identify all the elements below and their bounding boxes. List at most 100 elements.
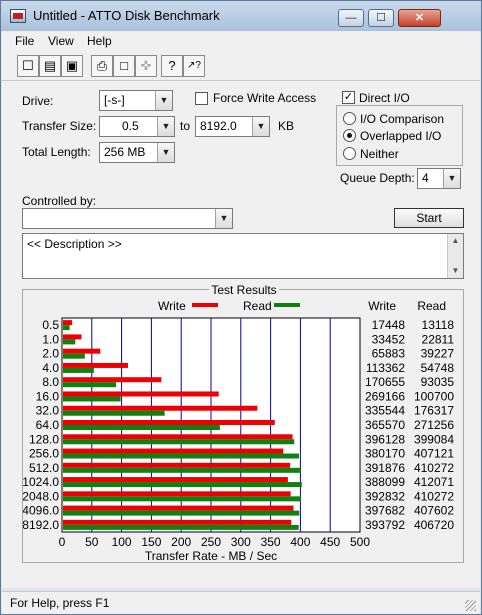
read-bar <box>63 396 121 402</box>
read-value: 13118 <box>422 318 455 332</box>
read-value: 176317 <box>414 404 454 418</box>
controlled-by-select[interactable]: ▼ <box>22 208 233 229</box>
transfer-from-value: 0.5 <box>122 119 139 133</box>
new-file-icon[interactable]: ☐ <box>17 55 39 77</box>
drive-select[interactable]: [-s-] ▼ <box>99 90 173 111</box>
results-chart: 0 50 100 150 200 250 300 350 400 450 500 Transfer R… <box>23 299 455 562</box>
read-bar <box>63 325 70 331</box>
write-bar <box>63 477 288 483</box>
write-bar <box>63 405 258 411</box>
client-area: Drive: [-s-] ▼ Force Write Access ✓ Dire… <box>2 81 480 588</box>
menu-file[interactable]: File <box>15 34 34 48</box>
queue-depth-label: Queue Depth: <box>340 171 415 185</box>
window-title: Untitled - ATTO Disk Benchmark <box>33 8 220 23</box>
save-icon[interactable]: ▣ <box>61 55 83 77</box>
status-text: For Help, press F1 <box>10 596 110 610</box>
read-bar <box>63 510 300 516</box>
write-bar <box>63 448 284 454</box>
read-bar <box>63 367 94 373</box>
overlapped-io-label: Overlapped I/O <box>360 129 442 143</box>
neither-radio[interactable] <box>343 147 356 160</box>
close-button[interactable]: ✕ <box>398 9 441 27</box>
drive-label: Drive: <box>22 94 54 108</box>
write-bar <box>63 391 219 397</box>
category-label: 8.0 <box>42 375 59 389</box>
resize-grip-icon[interactable] <box>465 600 476 611</box>
menu-view[interactable]: View <box>48 34 74 48</box>
write-value: 393792 <box>365 518 405 532</box>
neither-label: Neither <box>360 147 399 161</box>
read-value: 406720 <box>414 518 454 532</box>
menu-help[interactable]: Help <box>87 34 112 48</box>
description-textarea[interactable]: << Description >> ▲ ▼ <box>22 233 464 279</box>
status-bar: For Help, press F1 <box>2 591 480 614</box>
chevron-down-icon[interactable]: ▼ <box>155 91 172 110</box>
read-value: 407121 <box>414 447 454 461</box>
read-bar <box>63 382 117 388</box>
context-help-icon[interactable]: ↗? <box>183 55 205 77</box>
total-length-label: Total Length: <box>22 145 91 159</box>
category-label: 16.0 <box>36 389 60 403</box>
app-window: Untitled - ATTO Disk Benchmark — ☐ ✕ Fil… <box>0 0 482 615</box>
direct-io-label: Direct I/O <box>359 91 410 105</box>
chevron-down-icon[interactable]: ▼ <box>252 117 269 136</box>
x-tick-label: 400 <box>290 535 310 549</box>
description-text: << Description >> <box>27 237 122 251</box>
category-label: 0.5 <box>42 318 59 332</box>
help-icon[interactable]: ? <box>161 55 183 77</box>
overlapped-io-radio[interactable] <box>343 129 356 142</box>
maximize-button[interactable]: ☐ <box>368 9 394 27</box>
write-bar <box>63 491 291 497</box>
x-tick-label: 300 <box>231 535 251 549</box>
write-value: 365570 <box>365 418 405 432</box>
total-length-select[interactable]: 256 MB ▼ <box>99 142 175 163</box>
read-value: 399084 <box>414 432 454 446</box>
scroll-down-icon[interactable]: ▼ <box>448 264 463 278</box>
write-bar <box>63 462 291 468</box>
read-value: 412071 <box>414 475 454 489</box>
read-bar <box>63 453 299 459</box>
write-value: 388099 <box>365 475 405 489</box>
queue-depth-select[interactable]: 4 ▼ <box>417 168 461 189</box>
scroll-up-icon[interactable]: ▲ <box>448 234 463 248</box>
read-column-header: Read <box>417 299 446 313</box>
write-bar <box>63 519 292 525</box>
minimize-button[interactable]: — <box>338 9 364 27</box>
title-bar[interactable]: Untitled - ATTO Disk Benchmark — ☐ ✕ <box>1 1 481 31</box>
transfer-size-from-select[interactable]: 0.5 ▼ <box>99 116 175 137</box>
read-bar <box>63 353 85 359</box>
io-comparison-radio[interactable] <box>343 112 356 125</box>
write-value: 170655 <box>365 375 405 389</box>
open-folder-icon[interactable]: ▤ <box>39 55 61 77</box>
chevron-down-icon[interactable]: ▼ <box>215 209 232 228</box>
menu-bar: File View Help <box>2 31 480 51</box>
write-bar <box>63 362 128 368</box>
print-preview-icon[interactable]: □ <box>113 55 135 77</box>
read-value: 22811 <box>422 332 455 346</box>
print-icon[interactable]: ⎙ <box>91 55 113 77</box>
write-value: 33452 <box>372 332 406 346</box>
category-label: 256.0 <box>29 447 59 461</box>
drive-value: [-s-] <box>104 93 125 107</box>
force-write-checkbox[interactable] <box>195 92 208 105</box>
write-value: 269166 <box>365 389 405 403</box>
move-icon[interactable]: ✜ <box>135 55 157 77</box>
read-bar <box>63 482 302 488</box>
category-label: 4.0 <box>42 361 59 375</box>
write-value: 17448 <box>372 318 406 332</box>
read-value: 410272 <box>414 489 454 503</box>
direct-io-checkbox[interactable]: ✓ <box>342 91 355 104</box>
chevron-down-icon[interactable]: ▼ <box>157 143 174 162</box>
write-value: 335544 <box>365 404 405 418</box>
category-label: 1.0 <box>42 332 59 346</box>
description-scrollbar[interactable]: ▲ ▼ <box>447 234 463 278</box>
chevron-down-icon[interactable]: ▼ <box>443 169 460 188</box>
chevron-down-icon[interactable]: ▼ <box>157 117 174 136</box>
transfer-to-value: 8192.0 <box>200 119 237 133</box>
kb-label: KB <box>278 119 295 133</box>
x-tick-label: 50 <box>85 535 99 549</box>
transfer-size-to-select[interactable]: 8192.0 ▼ <box>195 116 270 137</box>
start-button[interactable]: Start <box>394 208 464 228</box>
x-tick-label: 0 <box>59 535 66 549</box>
read-bar <box>63 410 165 416</box>
